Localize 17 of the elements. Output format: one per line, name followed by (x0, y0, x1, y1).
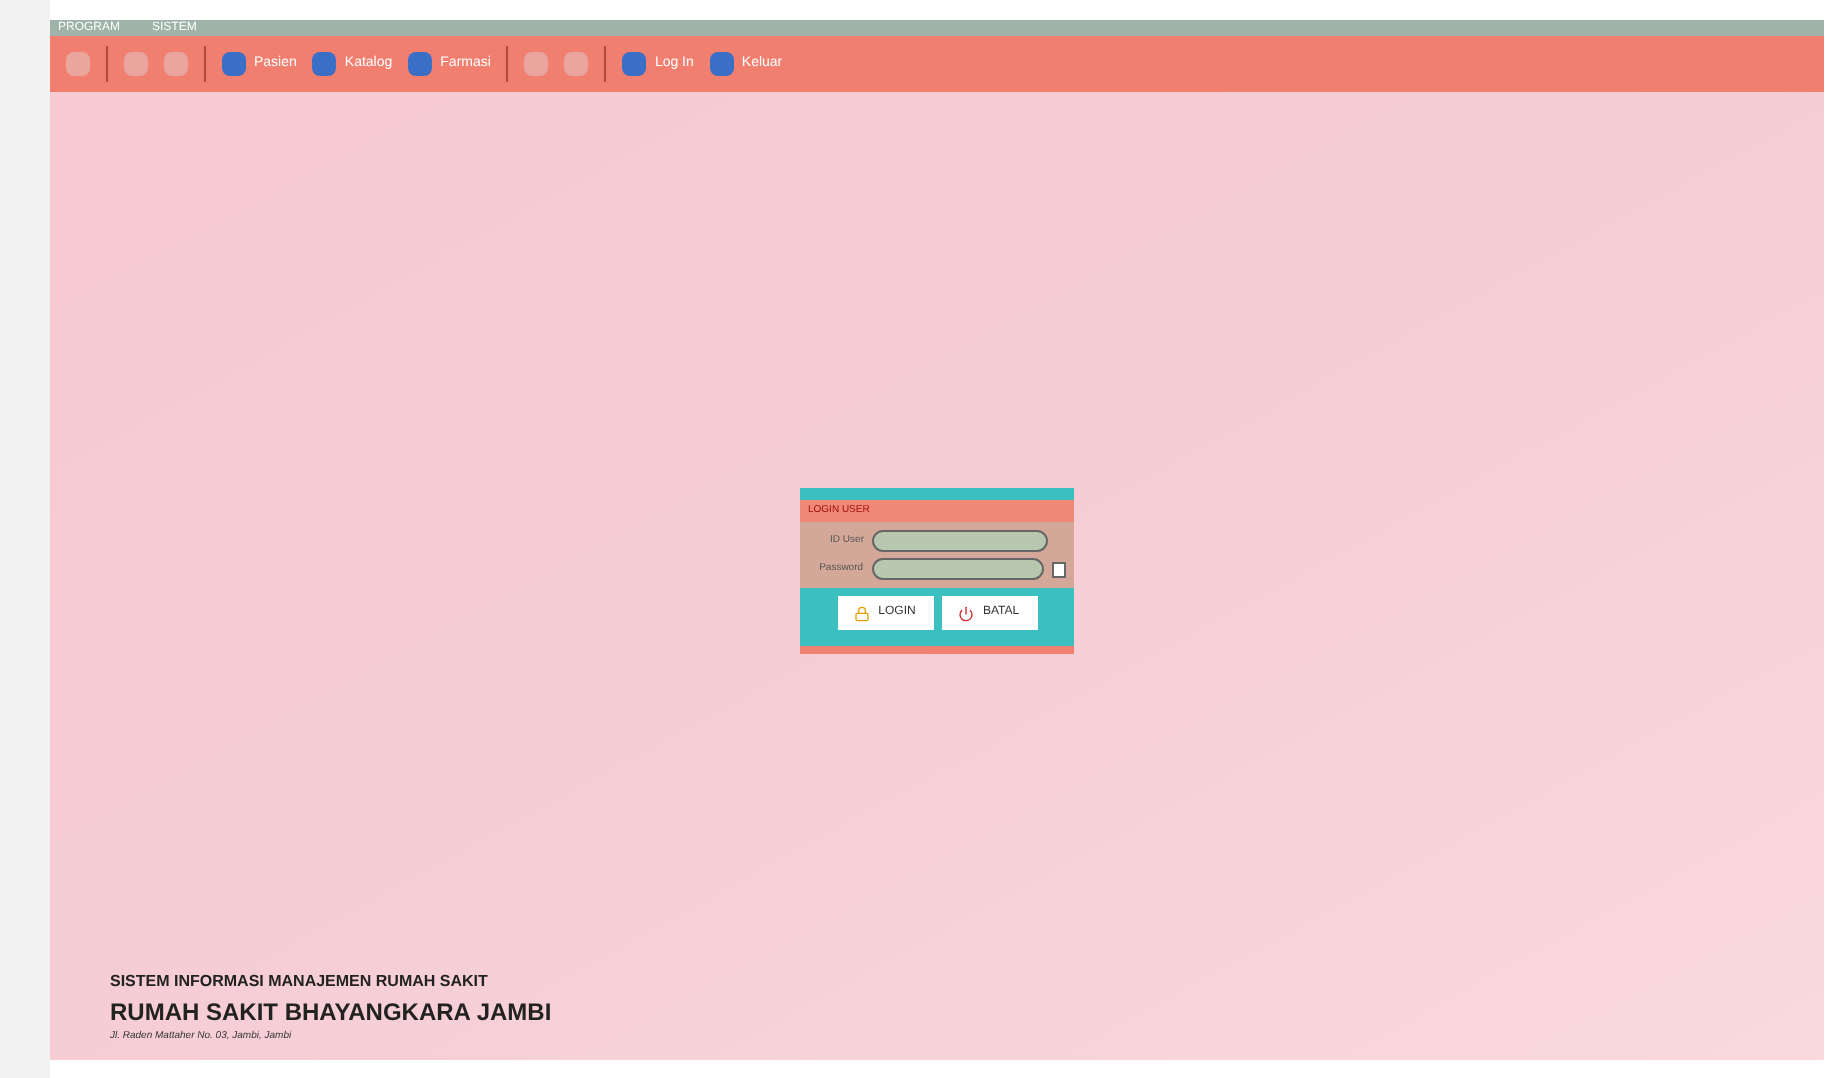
power-icon (958, 605, 975, 621)
app-icon (66, 52, 90, 76)
lock-icon (854, 605, 871, 621)
keyboard-icon[interactable] (1052, 561, 1066, 577)
app-icon (164, 52, 188, 76)
app-icon (622, 52, 647, 76)
hospital-name: RUMAH SAKIT BHAYANGKARA JAMBI (110, 995, 554, 1029)
app-icon (408, 52, 433, 76)
app-icon (524, 52, 549, 76)
system-name: SISTEM INFORMASI MANAJEMEN RUMAH SAKIT (110, 969, 490, 993)
app-icon (124, 52, 148, 76)
input-field[interactable] (872, 530, 1048, 552)
app-icon (222, 52, 246, 76)
app-icon (709, 52, 734, 76)
input-field[interactable] (871, 558, 1045, 580)
app-icon (312, 52, 337, 76)
app-icon (564, 52, 589, 76)
